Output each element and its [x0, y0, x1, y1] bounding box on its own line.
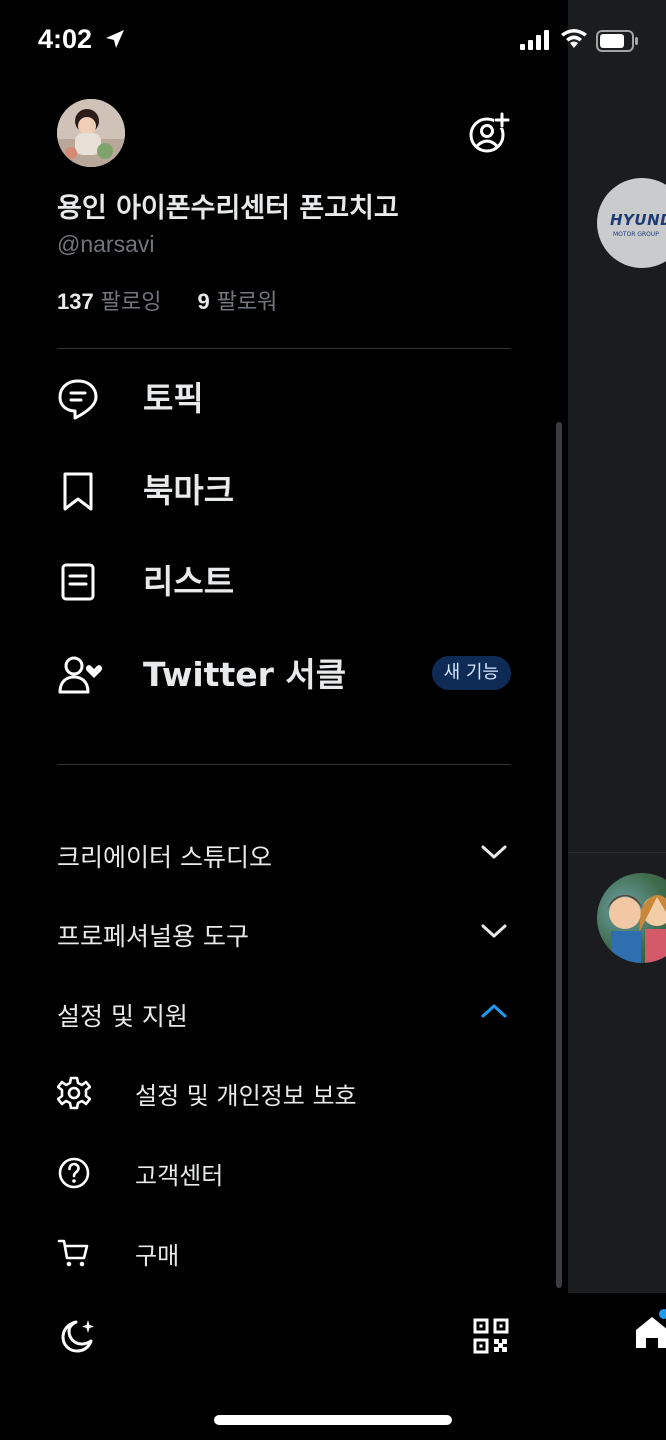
accordion-label: 크리에이터 스튜디오 — [57, 843, 272, 872]
qr-code-icon[interactable] — [473, 1318, 509, 1354]
accordion-label: 설정 및 지원 — [57, 1002, 188, 1031]
menu-item-label: 구매 — [135, 1242, 180, 1270]
hyundai-logo-subtext: MOTOR GROUP — [613, 231, 659, 238]
menu-item-purchases[interactable]: 구매 — [57, 1230, 511, 1274]
battery-icon — [596, 30, 638, 52]
nav-item-topics[interactable]: 토픽 — [57, 366, 511, 426]
status-time: 4:02 — [38, 24, 93, 54]
location-arrow-icon — [106, 30, 124, 48]
nav-item-twitter-circle[interactable]: Twitter 서클 새 기능 — [57, 642, 511, 702]
accordion-professional-tools[interactable]: 프로페셔널용 도구 — [57, 913, 511, 953]
chevron-down-icon — [481, 924, 507, 938]
menu-item-settings-privacy[interactable]: 설정 및 개인정보 보호 — [57, 1070, 511, 1114]
nav-item-label: 토픽 — [143, 379, 204, 418]
help-circle-icon — [58, 1157, 90, 1189]
gear-icon — [57, 1076, 91, 1110]
accordion-settings-support[interactable]: 설정 및 지원 — [57, 993, 511, 1033]
follow-stats: 137 팔로잉 9 팔로워 — [57, 284, 277, 316]
following-link[interactable]: 137 팔로잉 — [57, 289, 168, 315]
scrollbar[interactable] — [556, 422, 562, 1288]
nav-item-label: 리스트 — [143, 562, 235, 601]
moon-display-mode-icon[interactable] — [58, 1316, 98, 1356]
circle-people-heart-icon — [58, 656, 103, 694]
bookmark-icon — [63, 472, 93, 511]
profile-avatar[interactable] — [57, 99, 125, 167]
add-account-icon[interactable] — [468, 112, 510, 154]
profile-photo — [57, 99, 125, 167]
nav-item-label: 북마크 — [143, 471, 235, 510]
accordion-label: 프로페셔널용 도구 — [57, 922, 249, 951]
new-feature-badge: 새 기능 — [431, 656, 511, 690]
nav-item-lists[interactable]: 리스트 — [57, 549, 511, 609]
home-notification-dot — [659, 1309, 666, 1319]
profile-display-name[interactable]: 용인 아이폰수리센터 폰고치고 — [57, 186, 399, 225]
menu-item-help-center[interactable]: 고객센터 — [57, 1150, 511, 1194]
timeline-divider — [568, 852, 666, 853]
lists-icon — [61, 563, 95, 601]
followers-link[interactable]: 9 팔로워 — [197, 289, 278, 315]
accordion-creator-studio[interactable]: 크리에이터 스튜디오 — [57, 834, 511, 874]
hyundai-logo-text: HYUNDAI — [610, 211, 666, 229]
nav-item-bookmarks[interactable]: 북마크 — [57, 458, 511, 518]
menu-item-label: 설정 및 개인정보 보호 — [135, 1082, 357, 1110]
following-count: 137 — [57, 289, 94, 314]
side-drawer: 4:02 용인 아이폰수리센터 폰고치고 @narsavi 137 팔로잉 9 … — [0, 0, 638, 1440]
cellular-signal-icon — [520, 30, 549, 50]
chevron-up-icon — [481, 1004, 507, 1018]
home-indicator[interactable] — [214, 1415, 452, 1425]
followers-count: 9 — [197, 289, 210, 314]
topics-icon — [58, 379, 98, 420]
nav-item-label: Twitter 서클 — [143, 655, 347, 694]
menu-item-label: 고객센터 — [135, 1162, 224, 1190]
divider — [57, 764, 511, 765]
chevron-down-icon — [481, 845, 507, 859]
wifi-icon — [561, 29, 587, 48]
following-label: 팔로잉 — [100, 290, 162, 315]
cart-icon — [57, 1239, 89, 1267]
profile-handle: @narsavi — [57, 231, 155, 257]
followers-label: 팔로워 — [216, 290, 278, 315]
divider — [57, 348, 511, 349]
